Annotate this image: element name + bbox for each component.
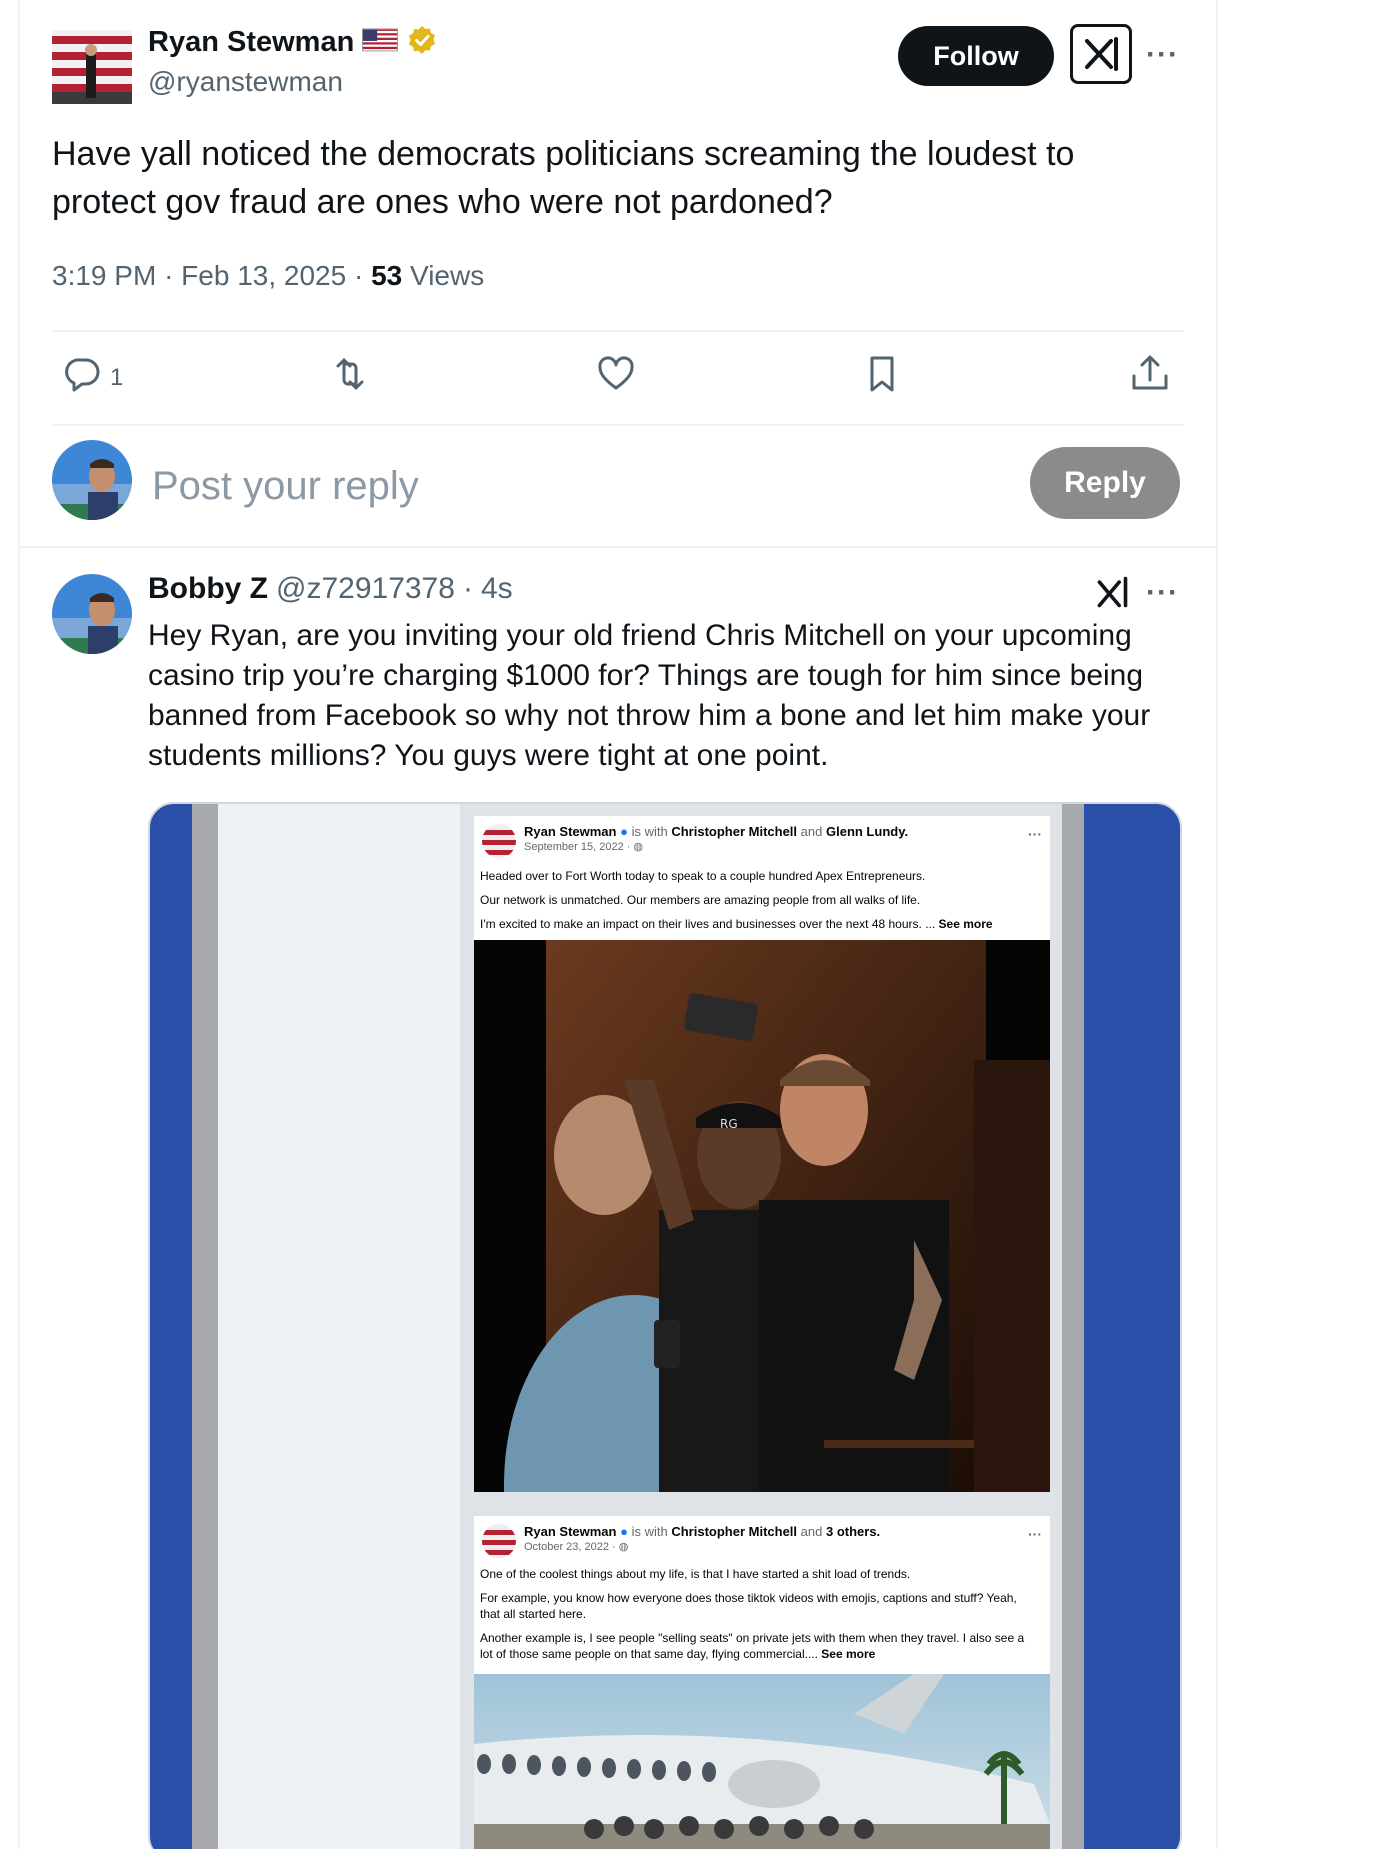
grok-icon[interactable] [1070,24,1132,84]
tweet-date[interactable]: Feb 13, 2025 [181,260,346,291]
reply-input[interactable] [152,458,852,514]
fb-text-line: I'm excited to make an impact on their l… [480,916,1040,932]
like-action[interactable] [594,352,638,403]
retweet-action[interactable] [328,352,372,403]
fb-jet-photo [474,1674,1050,1849]
fb-see-more: See more [821,1647,876,1661]
cap-logo-text: RG [720,1117,738,1131]
fb-with-text: is with [631,824,668,839]
fb-author-line: Ryan Stewman ● is with Christopher Mitch… [524,1524,880,1540]
reply-button[interactable]: Reply [1030,447,1180,519]
grok-icon[interactable] [1094,574,1130,615]
author-handle[interactable]: @ryanstewman [148,66,343,98]
fb-post-text: One of the coolest things about my life,… [480,1566,1040,1670]
like-icon [594,352,638,403]
facebook-verified-icon: ● [620,824,628,839]
reply-author-handle[interactable]: @z72917378 [276,572,455,606]
fb-text-line: Headed over to Fort Worth today to speak… [480,869,926,883]
author-name[interactable]: Ryan Stewman [148,26,354,59]
image-border [192,804,218,1849]
fb-text: Another example is, I see people "sellin… [480,1631,1025,1661]
more-icon[interactable]: ··· [1146,578,1179,608]
fb-text-line: Our network is unmatched. Our members ar… [480,893,921,907]
fb-tagged: Christopher Mitchell [671,1524,798,1539]
fb-more-icon: ··· [1028,826,1042,842]
fb-selfie-photo: RG [474,940,1050,1492]
bookmark-action[interactable] [860,352,904,403]
fb-date-line: October 23, 2022 · ◍ [524,1540,880,1553]
screenshot-column: Ryan Stewman ● is with Christopher Mitch… [460,804,1062,1849]
us-flag-icon [362,28,399,57]
fb-and-text: and [800,1524,823,1539]
meta-separator: · [462,572,473,605]
fb-text-line: One of the coolest things about my life,… [480,1567,911,1581]
meta-separator: · [353,260,372,291]
reply-action[interactable]: 1 [60,352,123,403]
reply-header: Bobby Z @z72917378 · 4s [148,572,513,606]
fb-date-line: September 15, 2022 · ◍ [524,840,908,853]
facebook-post: Ryan Stewman ● is with Christopher Mitch… [474,1516,1050,1849]
fb-text: I'm excited to make an impact on their l… [480,917,936,931]
reply-icon [60,352,104,403]
fb-and-text: and [800,824,823,839]
fb-avatar [482,1524,516,1558]
reply-author-avatar[interactable] [52,574,132,654]
reply-time[interactable]: 4s [481,572,513,606]
user-avatar[interactable] [52,440,132,520]
fb-date: October 23, 2022 · [524,1541,616,1553]
fb-text-line: Another example is, I see people "sellin… [480,1630,1040,1662]
fb-see-more: See more [938,917,993,931]
tweet-meta: 3:19 PM · Feb 13, 2025 · 53 Views [52,260,484,292]
fb-author: Ryan Stewman [524,824,617,839]
divider [18,546,1218,548]
fb-date: September 15, 2022 · [524,841,631,853]
globe-icon: ◍ [618,1541,629,1553]
tweet-text: Have yall noticed the democrats politici… [52,135,1075,221]
follow-button[interactable]: Follow [898,26,1054,86]
tweet-time[interactable]: 3:19 PM [52,260,156,291]
author-avatar[interactable] [52,30,132,104]
reply-count: 1 [110,363,124,391]
views-label: Views [410,260,485,291]
fb-with-text: is with [631,1524,668,1539]
facebook-verified-icon: ● [620,1524,628,1539]
fb-more-icon: ··· [1028,1526,1042,1542]
fb-avatar [482,824,516,858]
fb-post-text: Headed over to Fort Worth today to speak… [480,868,1040,940]
divider [52,424,1184,426]
attached-image[interactable]: Ryan Stewman ● is with Christopher Mitch… [148,802,1182,1849]
views-count: 53 [371,260,403,291]
share-action[interactable] [1128,352,1172,403]
author-name-row: Ryan Stewman [148,24,438,61]
fb-post-header: Ryan Stewman ● is with Christopher Mitch… [482,824,908,858]
reply-text: Hey Ryan, are you inviting your old frie… [148,619,1151,772]
globe-icon: ◍ [633,841,644,853]
retweet-icon [328,352,372,403]
verified-badge-icon [406,24,438,61]
reply-author-name[interactable]: Bobby Z [148,572,268,606]
fb-tagged: Christopher Mitchell [671,824,798,839]
more-icon[interactable]: ··· [1146,40,1179,70]
fb-author: Ryan Stewman [524,1524,617,1539]
action-bar: 1 [52,352,1184,408]
meta-separator: · [164,260,182,291]
fb-text-line: For example, you know how everyone does … [480,1591,1017,1621]
image-panel [218,804,460,1849]
divider [52,330,1184,332]
share-icon [1128,352,1172,403]
image-border [1062,804,1084,1849]
fb-author-line: Ryan Stewman ● is with Christopher Mitch… [524,824,908,840]
bookmark-icon [860,352,904,403]
fb-tagged: 3 others. [825,1524,881,1539]
fb-tagged: Glenn Lundy. [825,824,909,839]
facebook-post: Ryan Stewman ● is with Christopher Mitch… [474,816,1050,1492]
fb-post-header: Ryan Stewman ● is with Christopher Mitch… [482,1524,880,1558]
